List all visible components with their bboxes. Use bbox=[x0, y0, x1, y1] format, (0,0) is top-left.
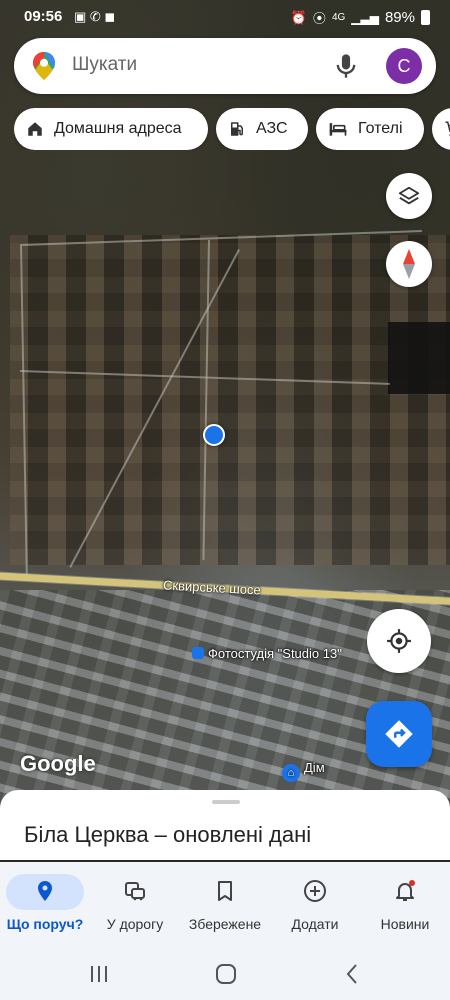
battery-label: 89% bbox=[384, 9, 415, 26]
back-icon[interactable] bbox=[344, 963, 360, 985]
chip-gas-station-label: АЗС bbox=[256, 120, 288, 137]
system-navigation-bar bbox=[0, 946, 450, 1000]
chip-gas-station[interactable]: АЗС bbox=[216, 108, 308, 150]
network-label: 4G bbox=[331, 12, 346, 23]
nav-saved[interactable]: Збережене bbox=[180, 862, 270, 946]
account-avatar[interactable]: С bbox=[386, 48, 422, 84]
nav-explore[interactable]: Що поруч? bbox=[0, 862, 90, 946]
chip-shopping[interactable] bbox=[432, 108, 450, 150]
dark-field bbox=[388, 322, 450, 394]
location-status-icon: ⦿ bbox=[312, 11, 326, 26]
alarm-icon: ⏰ bbox=[290, 9, 307, 25]
camera-icon bbox=[192, 647, 204, 659]
cart-icon bbox=[445, 121, 450, 137]
bottom-navigation: Що поруч? У дорогу Збережене Додати Нови… bbox=[0, 862, 450, 946]
bookmark-icon bbox=[218, 881, 232, 901]
search-bar[interactable]: Шукати С bbox=[14, 38, 436, 94]
home-label-text: Дім bbox=[304, 760, 325, 775]
home-pin-icon: ⌂ bbox=[282, 764, 300, 782]
garden-plots-area bbox=[10, 235, 450, 565]
compass-icon bbox=[403, 249, 415, 279]
category-chips: Домашня адреса АЗС Готелі bbox=[14, 108, 450, 150]
nav-go-label: У дорогу bbox=[106, 916, 164, 932]
signal-icon: ▁▃▅ bbox=[351, 10, 379, 25]
bell-icon bbox=[396, 880, 415, 901]
nav-updates-label: Новини bbox=[380, 916, 430, 932]
status-time: 09:56 bbox=[24, 8, 63, 25]
poi-label[interactable]: Фотостудія "Studio 13" bbox=[192, 646, 342, 661]
gas-station-icon bbox=[231, 122, 243, 136]
my-location-button[interactable] bbox=[367, 609, 431, 673]
google-logo: Google bbox=[20, 751, 96, 776]
add-circle-icon bbox=[304, 880, 326, 902]
chip-hotels-label: Готелі bbox=[358, 120, 403, 137]
chip-hotels[interactable]: Готелі bbox=[316, 108, 424, 150]
home-label[interactable]: ⌂ Дім bbox=[282, 760, 325, 782]
nav-saved-label: Збережене bbox=[188, 916, 262, 932]
bottom-sheet[interactable]: Біла Церква – оновлені дані bbox=[0, 790, 450, 860]
battery-icon bbox=[421, 10, 430, 25]
crosshair-icon bbox=[387, 629, 411, 653]
maps-pin-logo-icon bbox=[33, 52, 55, 80]
microphone-icon[interactable] bbox=[332, 52, 360, 80]
layers-button[interactable] bbox=[386, 173, 432, 219]
sheet-title: Біла Церква – оновлені дані bbox=[24, 822, 312, 847]
nav-contribute[interactable]: Додати bbox=[270, 862, 360, 946]
nav-go[interactable]: У дорогу bbox=[90, 862, 180, 946]
sheet-drag-handle[interactable] bbox=[212, 800, 240, 804]
home-icon bbox=[28, 122, 42, 136]
hotel-icon bbox=[329, 123, 347, 136]
chip-home-label: Домашня адреса bbox=[54, 120, 182, 137]
directions-button[interactable] bbox=[366, 701, 432, 767]
status-right: ⏰ ⦿ 4G ▁▃▅ 89% bbox=[291, 8, 430, 27]
nav-updates[interactable]: Новини bbox=[360, 862, 450, 946]
directions-icon bbox=[385, 720, 413, 748]
nav-explore-label: Що поруч? bbox=[6, 916, 84, 932]
nav-contribute-label: Додати bbox=[291, 916, 339, 932]
search-placeholder: Шукати bbox=[72, 54, 138, 75]
my-location-dot bbox=[203, 424, 225, 446]
poi-label-text: Фотостудія "Studio 13" bbox=[208, 646, 342, 661]
chip-home[interactable]: Домашня адреса bbox=[14, 108, 208, 150]
commute-icon bbox=[125, 882, 145, 901]
status-bar: 09:56 ▣ ✆ ◼ ⏰ ⦿ 4G ▁▃▅ 89% bbox=[0, 0, 450, 34]
compass-button[interactable] bbox=[386, 241, 432, 287]
location-pin-icon bbox=[38, 881, 52, 901]
home-nav-icon[interactable] bbox=[215, 963, 237, 985]
recents-icon[interactable] bbox=[88, 964, 110, 984]
layers-icon bbox=[398, 186, 420, 205]
notification-icons: ▣ ✆ ◼ bbox=[74, 9, 116, 24]
